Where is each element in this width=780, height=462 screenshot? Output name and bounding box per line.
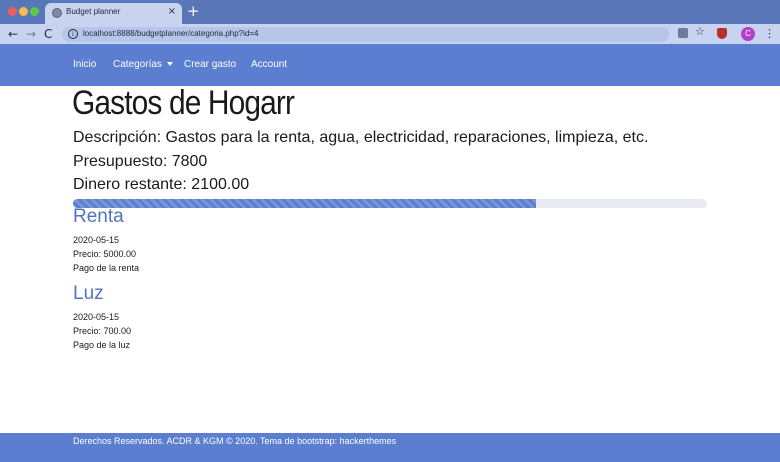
category-budget: Presupuesto: 7800 — [73, 153, 208, 170]
category-description: Descripción: Gastos para la renta, agua,… — [73, 129, 649, 146]
footer-text: Derechos Reservados. ACDR & KGM © 2020. … — [73, 436, 397, 446]
caret-down-icon — [166, 62, 173, 67]
minimize-window-button[interactable] — [19, 7, 28, 16]
category-remaining: Dinero restante: 2100.00 — [73, 176, 250, 193]
nav-account[interactable]: Account — [251, 59, 287, 70]
browser-menu-icon[interactable]: ⋮ — [764, 26, 775, 41]
favicon-icon — [52, 8, 62, 18]
expense-price: Precio: 5000.00 — [73, 249, 137, 259]
url-input[interactable]: i localhost:8888/budgetplanner/categoria… — [62, 27, 669, 42]
site-footer: Derechos Reservados. ACDR & KGM © 2020. … — [0, 433, 780, 462]
expense-note: Pago de la renta — [73, 263, 140, 273]
expense-title-link[interactable]: Renta — [73, 206, 124, 228]
forward-arrow-icon[interactable]: → — [26, 26, 36, 42]
reload-icon[interactable]: C — [44, 26, 52, 42]
back-arrow-icon[interactable]: ← — [8, 26, 18, 42]
browser-tab-strip: Budget planner × + — [0, 0, 780, 24]
expense-price: Precio: 700.00 — [73, 326, 132, 336]
nav-crear-gasto[interactable]: Crear gasto — [184, 59, 236, 70]
translate-icon[interactable] — [678, 28, 688, 38]
tab-title: Budget planner — [66, 7, 121, 16]
budget-progress-bar — [73, 199, 707, 208]
nav-categorias-dropdown[interactable]: Categorías — [113, 59, 173, 70]
browser-tab[interactable]: Budget planner × — [45, 3, 182, 24]
profile-avatar[interactable]: C — [741, 27, 755, 41]
nav-categorias-label: Categorías — [113, 59, 162, 70]
site-info-icon[interactable]: i — [68, 29, 78, 39]
budget-progress-fill — [73, 199, 537, 208]
site-navbar: Inicio Categorías Crear gasto Account — [0, 44, 780, 86]
tab-close-icon[interactable]: × — [168, 5, 176, 19]
expense-date: 2020-05-15 — [73, 312, 120, 322]
new-tab-button[interactable]: + — [187, 3, 200, 19]
maximize-window-button[interactable] — [30, 7, 39, 16]
expense-date: 2020-05-15 — [73, 235, 120, 245]
close-window-button[interactable] — [8, 7, 17, 16]
extension-shield-icon[interactable] — [717, 28, 727, 39]
url-text: localhost:8888/budgetplanner/categoria.p… — [83, 29, 259, 38]
expense-note: Pago de la luz — [73, 340, 131, 350]
browser-address-bar: ← → C i localhost:8888/budgetplanner/cat… — [0, 24, 780, 44]
page-title: Gastos de Hogarr — [72, 84, 295, 122]
bookmark-star-icon[interactable]: ☆ — [695, 25, 705, 39]
expense-title-link[interactable]: Luz — [73, 283, 104, 305]
nav-inicio[interactable]: Inicio — [73, 59, 96, 70]
